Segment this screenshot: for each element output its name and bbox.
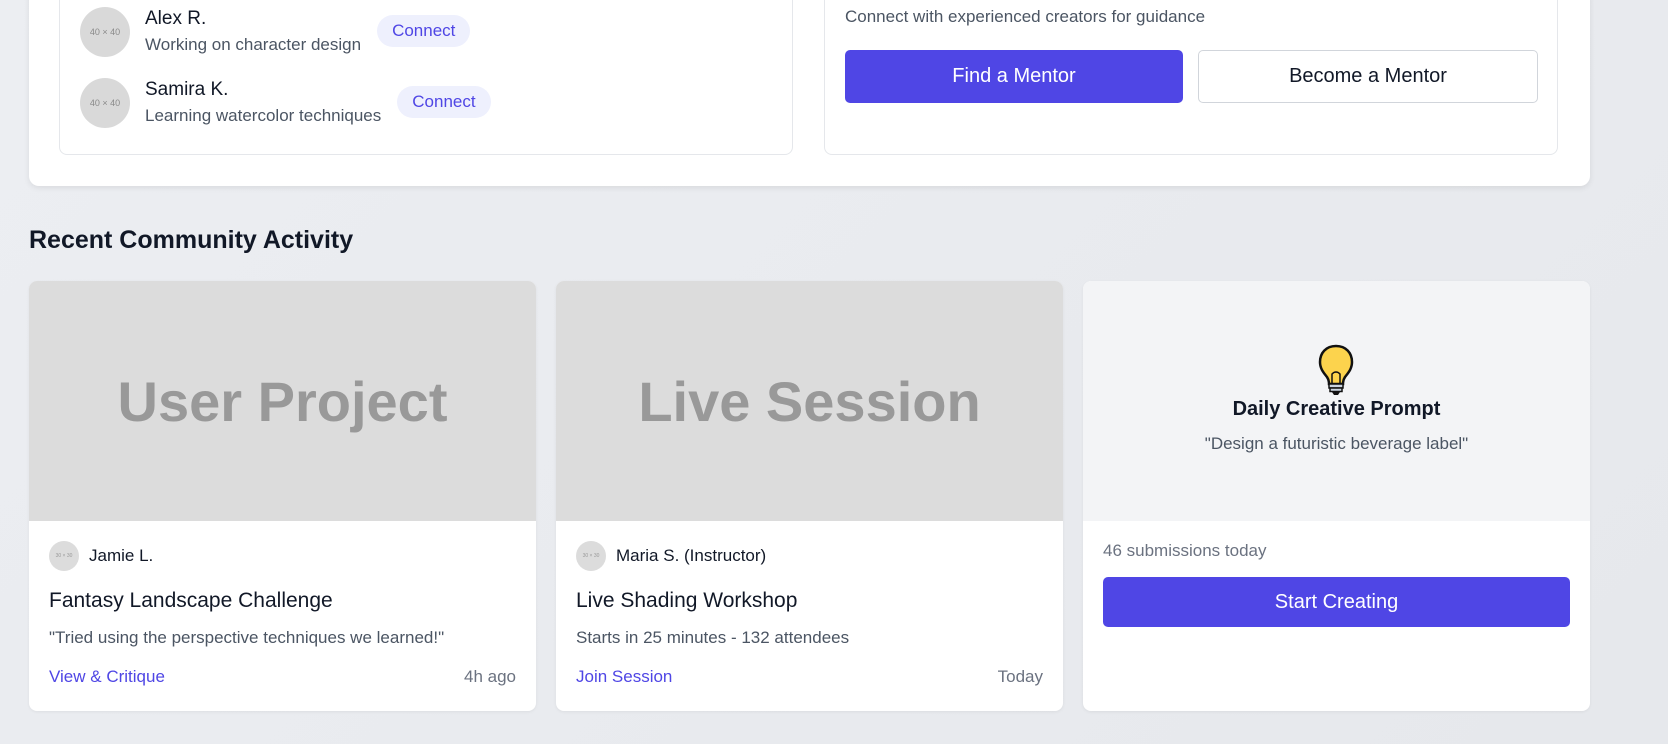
peer-connections-card: 40 × 40 Alex R. Working on character des…	[59, 0, 793, 155]
mentorship-card: Connect with experienced creators for gu…	[824, 0, 1558, 155]
section-title: Recent Community Activity	[29, 226, 354, 254]
connect-button[interactable]: Connect	[377, 15, 471, 47]
peer-activity: Working on character design	[145, 35, 362, 54]
daily-prompt-card: Daily Creative Prompt "Design a futurist…	[1083, 281, 1590, 711]
activity-card: User Project 30 × 30 Jamie L. Fantasy La…	[29, 281, 536, 711]
card-author: 30 × 30 Maria S. (Instructor)	[576, 541, 766, 571]
peer-activity: Learning watercolor techniques	[145, 106, 382, 125]
prompt-header: Daily Creative Prompt "Design a futurist…	[1083, 281, 1590, 521]
avatar: 30 × 30	[576, 541, 606, 571]
peer-name: Samira K.	[145, 79, 229, 100]
join-session-link[interactable]: Join Session	[576, 667, 672, 687]
card-title: Live Shading Workshop	[576, 589, 798, 612]
card-timestamp: Today	[997, 667, 1043, 686]
card-description: Starts in 25 minutes - 132 attendees	[576, 628, 850, 647]
author-name: Maria S. (Instructor)	[616, 546, 767, 565]
activity-card: Live Session 30 × 30 Maria S. (Instructo…	[556, 281, 1063, 711]
peer-name: Alex R.	[145, 8, 207, 29]
submission-count: 46 submissions today	[1103, 541, 1267, 560]
avatar: 30 × 30	[49, 541, 79, 571]
top-panel: 40 × 40 Alex R. Working on character des…	[29, 0, 1590, 186]
connect-button[interactable]: Connect	[397, 86, 491, 118]
view-critique-link[interactable]: View & Critique	[49, 667, 165, 687]
card-author: 30 × 30 Jamie L.	[49, 541, 153, 571]
author-name: Jamie L.	[89, 546, 154, 565]
prompt-quote: "Design a futuristic beverage label"	[1204, 434, 1469, 453]
avatar: 40 × 40	[80, 78, 130, 128]
prompt-title: Daily Creative Prompt	[1232, 398, 1441, 420]
peer-item: 40 × 40 Samira K. Learning watercolor te…	[80, 78, 491, 128]
card-title: Fantasy Landscape Challenge	[49, 589, 333, 612]
card-description: "Tried using the perspective techniques …	[49, 628, 445, 647]
mentorship-description: Connect with experienced creators for gu…	[845, 7, 1206, 26]
start-creating-button[interactable]: Start Creating	[1103, 577, 1570, 627]
project-image-placeholder: User Project	[29, 281, 536, 521]
find-mentor-button[interactable]: Find a Mentor	[845, 50, 1183, 103]
avatar: 40 × 40	[80, 7, 130, 57]
peer-item: 40 × 40 Alex R. Working on character des…	[80, 7, 471, 57]
become-mentor-button[interactable]: Become a Mentor	[1198, 50, 1538, 103]
card-timestamp: 4h ago	[464, 667, 516, 686]
session-image-placeholder: Live Session	[556, 281, 1063, 521]
lightbulb-icon	[1318, 344, 1354, 395]
